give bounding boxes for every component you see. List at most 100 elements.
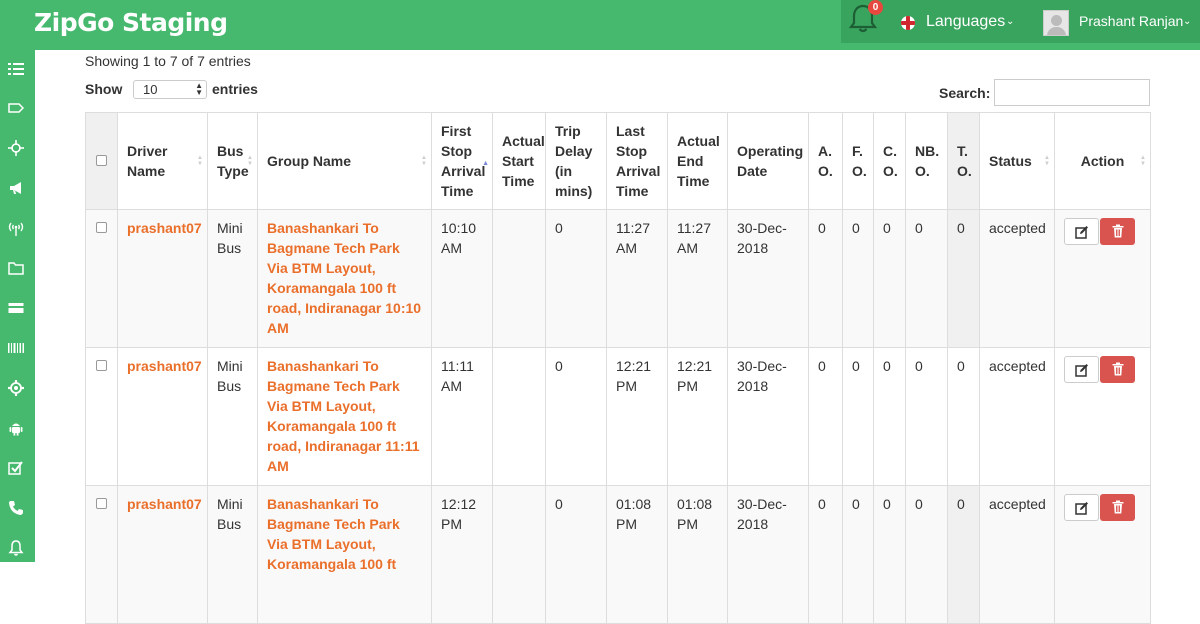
edit-icon — [1074, 226, 1088, 239]
broadcast-icon[interactable] — [6, 218, 26, 238]
bus-type-cell: Mini Bus — [207, 209, 258, 348]
select-arrows-icon: ▲ ▼ — [195, 81, 203, 97]
trash-icon — [1112, 362, 1123, 376]
folder-icon[interactable] — [6, 258, 26, 278]
search-input[interactable] — [994, 79, 1150, 106]
action-cell — [1054, 485, 1151, 624]
column-header[interactable]: Group Name — [257, 112, 432, 210]
crosshair-icon[interactable] — [6, 138, 26, 158]
tag-icon[interactable] — [6, 98, 26, 118]
languages-dropdown[interactable]: Languages — [926, 13, 1005, 31]
last-stop-cell: 01:08 PM — [606, 485, 668, 624]
edit-button[interactable] — [1064, 356, 1099, 383]
column-header[interactable]: T. O. — [947, 112, 980, 210]
credit-card-icon[interactable] — [6, 298, 26, 318]
actual-end-cell: 11:27 AM — [667, 209, 728, 348]
action-cell — [1054, 209, 1151, 348]
actual-end-cell: 12:21 PM — [667, 347, 728, 486]
column-header[interactable]: A. O. — [808, 112, 843, 210]
column-header[interactable]: Actual End Time — [667, 112, 728, 210]
select-all-cell — [85, 112, 118, 210]
operating-date-cell: 30-Dec-2018 — [727, 485, 809, 624]
group-name-link[interactable]: Banashankari To Bagmane Tech Park Via BT… — [257, 209, 432, 348]
megaphone-icon[interactable] — [6, 178, 26, 198]
co-cell: 0 — [873, 485, 906, 624]
row-checkbox[interactable] — [96, 498, 107, 509]
checkbox-icon[interactable] — [6, 458, 26, 478]
column-header[interactable]: Trip Delay (in mins) — [545, 112, 607, 210]
column-header[interactable]: Operating Date — [727, 112, 809, 210]
ao-cell: 0 — [808, 485, 843, 624]
sidebar — [0, 50, 35, 562]
group-name-link[interactable]: Banashankari To Bagmane Tech Park Via BT… — [257, 485, 432, 624]
column-header[interactable]: Driver Name — [117, 112, 208, 210]
delete-button[interactable] — [1100, 218, 1135, 245]
phone-icon[interactable] — [6, 498, 26, 518]
edit-button[interactable] — [1064, 218, 1099, 245]
status-cell: accepted — [979, 347, 1055, 486]
actual-start-cell — [492, 347, 546, 486]
app-title[interactable]: ZipGo Staging — [34, 8, 228, 37]
nbo-cell: 0 — [905, 347, 948, 486]
column-header[interactable]: First Stop Arrival Time — [431, 112, 493, 210]
list-icon[interactable] — [6, 59, 26, 79]
operating-date-cell: 30-Dec-2018 — [727, 347, 809, 486]
row-checkbox[interactable] — [96, 222, 107, 233]
column-header[interactable]: C. O. — [873, 112, 906, 210]
first-stop-cell: 10:10 AM — [431, 209, 493, 348]
column-header[interactable]: Status — [979, 112, 1055, 210]
nbo-cell: 0 — [905, 485, 948, 624]
co-cell: 0 — [873, 347, 906, 486]
row-checkbox[interactable] — [96, 360, 107, 371]
to-cell: 0 — [947, 485, 980, 624]
fo-cell: 0 — [842, 347, 874, 486]
row-select-cell — [85, 209, 118, 348]
trash-icon — [1112, 500, 1123, 514]
ao-cell: 0 — [808, 347, 843, 486]
notification-count-badge: 0 — [868, 0, 883, 15]
column-header[interactable]: Last Stop Arrival Time — [606, 112, 668, 210]
user-menu[interactable]: Prashant Ranjan — [1079, 13, 1183, 29]
actual-start-cell — [492, 485, 546, 624]
trip-delay-cell: 0 — [545, 347, 607, 486]
select-all-checkbox[interactable] — [96, 155, 107, 166]
last-stop-cell: 11:27 AM — [606, 209, 668, 348]
bell-icon[interactable] — [6, 538, 26, 558]
table-header-row: Driver Name Bus Type Group Name First St… — [85, 112, 1151, 210]
show-label: Show — [85, 81, 123, 97]
to-cell: 0 — [947, 209, 980, 348]
barcode-icon[interactable] — [6, 338, 26, 358]
trips-table: Driver Name Bus Type Group Name First St… — [85, 112, 1151, 624]
bus-type-cell: Mini Bus — [207, 347, 258, 486]
gear-icon[interactable] — [6, 378, 26, 398]
search-label: Search: — [939, 85, 991, 101]
group-name-link[interactable]: Banashankari To Bagmane Tech Park Via BT… — [257, 347, 432, 486]
delete-button[interactable] — [1100, 494, 1135, 521]
table-row: prashant07 Mini Bus Banashankari To Bagm… — [85, 347, 1151, 486]
co-cell: 0 — [873, 209, 906, 348]
delete-button[interactable] — [1100, 356, 1135, 383]
column-header[interactable]: Actual Start Time — [492, 112, 546, 210]
driver-name-link[interactable]: prashant07 — [117, 347, 208, 486]
driver-name-link[interactable]: prashant07 — [117, 209, 208, 348]
column-header[interactable]: NB. O. — [905, 112, 948, 210]
ao-cell: 0 — [808, 209, 843, 348]
table-row: prashant07 Mini Bus Banashankari To Bagm… — [85, 485, 1151, 624]
column-header[interactable]: Action — [1054, 112, 1151, 210]
column-header[interactable]: Bus Type — [207, 112, 258, 210]
column-header[interactable]: F. O. — [842, 112, 874, 210]
first-stop-cell: 12:12 PM — [431, 485, 493, 624]
entries-length-select[interactable]: 10 ▲ ▼ — [133, 80, 207, 99]
to-cell: 0 — [947, 347, 980, 486]
status-cell: accepted — [979, 209, 1055, 348]
nbo-cell: 0 — [905, 209, 948, 348]
android-icon[interactable] — [6, 418, 26, 438]
avatar[interactable] — [1043, 10, 1069, 36]
entries-label: entries — [212, 81, 258, 97]
status-cell: accepted — [979, 485, 1055, 624]
driver-name-link[interactable]: prashant07 — [117, 485, 208, 624]
edit-button[interactable] — [1064, 494, 1099, 521]
fo-cell: 0 — [842, 209, 874, 348]
trash-icon — [1112, 224, 1123, 238]
entries-length-value: 10 — [143, 82, 158, 97]
